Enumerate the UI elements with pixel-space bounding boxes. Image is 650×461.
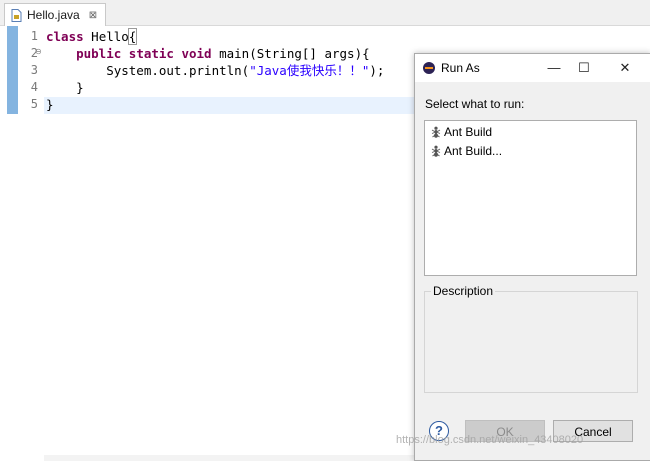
watermark: https://blog.csdn.net/weixin_43408020 — [396, 434, 584, 446]
editor-tab-bar: Hello.java ⊠ — [0, 0, 650, 26]
code-line-4: } — [46, 80, 84, 95]
java-file-icon — [11, 8, 22, 22]
select-prompt: Select what to run: — [425, 97, 525, 111]
description-label: Description — [431, 284, 496, 298]
run-as-dialog: Run As — ☐ ✕ Select what to run: Ant Bui… — [414, 53, 650, 461]
code-line-3: System.out.println("Java使我快乐！！"); — [46, 62, 384, 79]
line-number: 1 — [30, 29, 38, 43]
description-group — [424, 291, 638, 393]
line-number: 5 — [30, 97, 38, 111]
dialog-title: Run As — [441, 61, 480, 75]
code-text: ); — [369, 63, 385, 78]
eclipse-icon — [423, 62, 435, 74]
code-line-5: } — [46, 97, 54, 112]
code-line-2: public static void main(String[] args){ — [46, 45, 370, 62]
keyword: class — [46, 29, 84, 44]
line-number: 3 — [30, 63, 38, 77]
close-tab-icon[interactable]: ⊠ — [89, 10, 97, 21]
string-literal: "Java使我快乐！！" — [249, 63, 370, 78]
fold-collapse-icon[interactable]: ⊖ — [35, 47, 42, 56]
list-item-label: Ant Build — [444, 125, 493, 139]
list-item-ant-build-config[interactable]: Ant Build... — [431, 144, 502, 158]
close-button[interactable]: ✕ — [614, 58, 636, 78]
line-number: 4 — [30, 80, 38, 94]
code-text: Hello — [83, 29, 129, 44]
maximize-button[interactable]: ☐ — [573, 58, 595, 78]
ant-icon — [431, 126, 441, 138]
list-item-ant-build[interactable]: Ant Build — [431, 125, 492, 139]
list-item-label: Ant Build... — [444, 144, 503, 158]
code-text: main(String[] args){ — [211, 46, 370, 61]
ant-icon — [431, 145, 441, 157]
minimize-button[interactable]: — — [543, 58, 565, 78]
keyword: public static void — [76, 46, 212, 61]
change-ruler — [7, 26, 18, 114]
tab-label: Hello.java — [27, 8, 80, 22]
launch-shortcut-list[interactable]: Ant Build Ant Build... — [424, 120, 637, 276]
code-line-1: class Hello{ — [46, 28, 138, 45]
code-text: System.out.println( — [46, 63, 250, 78]
dialog-titlebar[interactable]: Run As — ☐ ✕ — [415, 54, 650, 82]
tab-hello-java[interactable]: Hello.java ⊠ — [4, 3, 107, 26]
matching-brace: { — [127, 28, 138, 45]
